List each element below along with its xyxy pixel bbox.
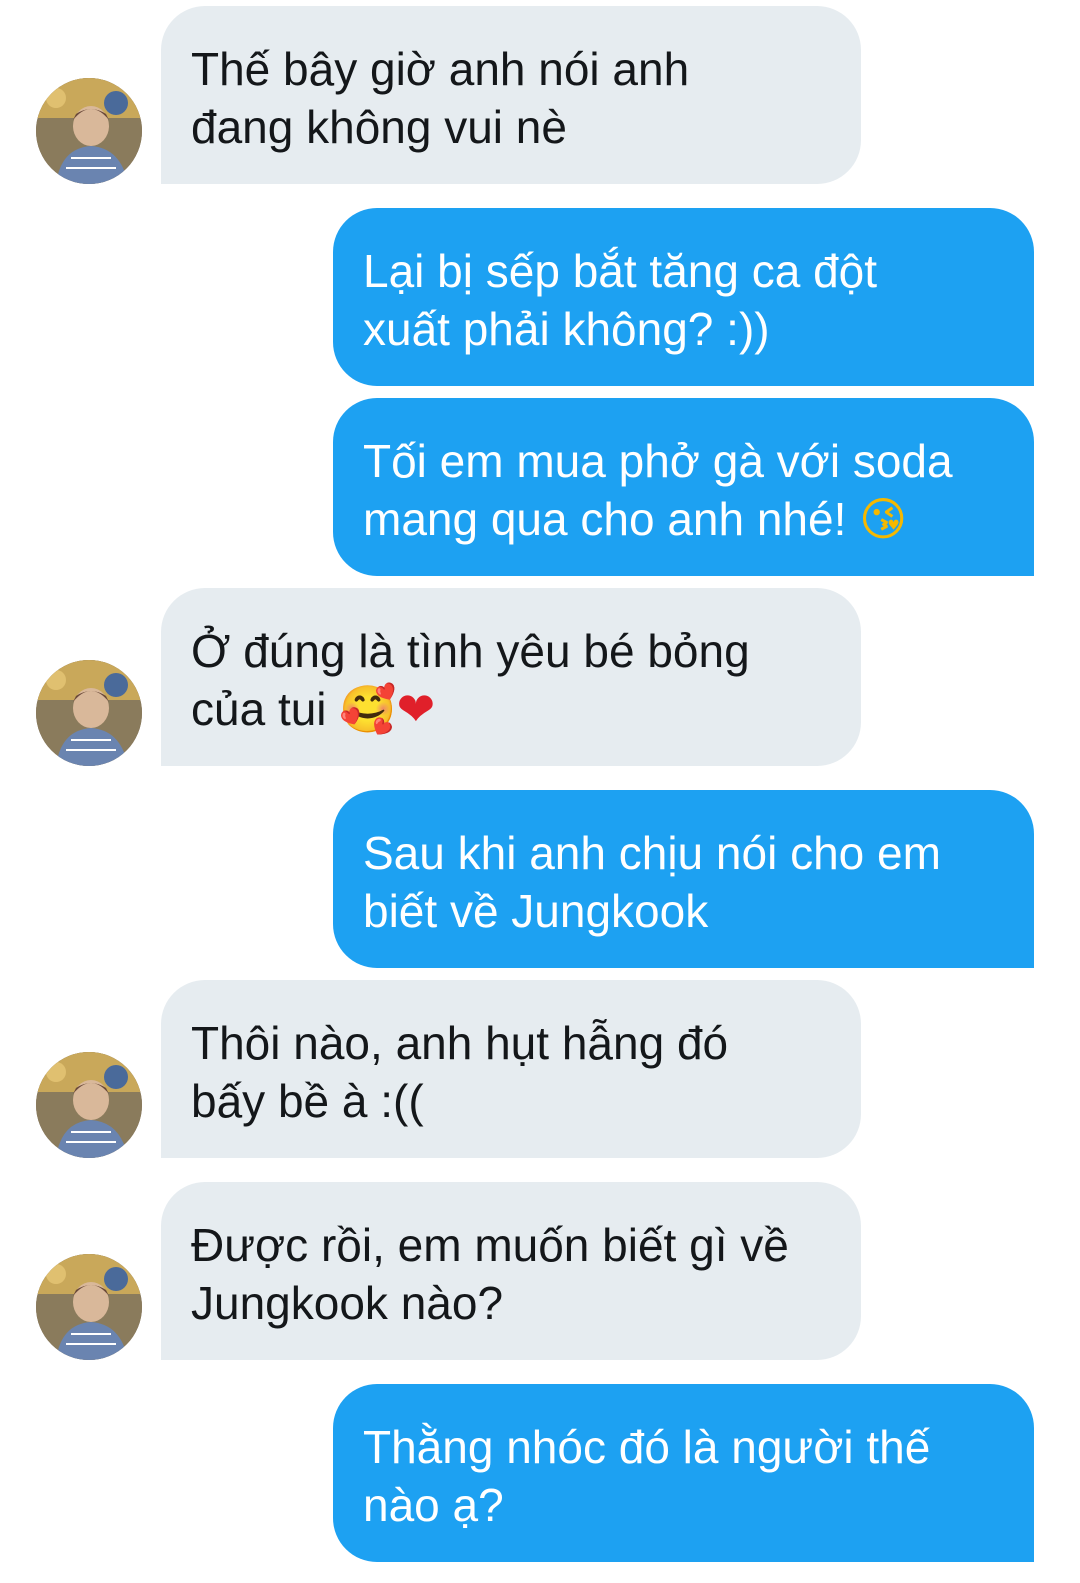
message-text-line: Thằng nhóc đó là người thế bbox=[363, 1421, 931, 1473]
outgoing-message[interactable]: Thằng nhóc đó là người thế nào ạ? bbox=[333, 1384, 1034, 1562]
message-text-line: Tối em mua phở gà với soda bbox=[363, 435, 953, 487]
conversation-thread: Thế bây giờ anh nói anh đang không vui n… bbox=[0, 0, 1080, 1583]
outgoing-message[interactable]: Sau khi anh chịu nói cho em biết về Jung… bbox=[333, 790, 1034, 968]
message-text-line: của tui 🥰❤ bbox=[191, 682, 436, 736]
message-text-line: bấy bề à :(( bbox=[191, 1075, 424, 1127]
incoming-message[interactable]: Thôi nào, anh hụt hẫng đó bấy bề à :(( bbox=[161, 980, 861, 1158]
smiling-face-with-hearts-icon: 🥰 bbox=[339, 682, 397, 736]
avatar-photo bbox=[36, 1052, 142, 1158]
incoming-message[interactable]: Ở đúng là tình yêu bé bỏng của tui 🥰❤ bbox=[161, 588, 861, 766]
contact-avatar[interactable] bbox=[36, 1254, 142, 1360]
incoming-message[interactable]: Được rồi, em muốn biết gì về Jungkook nà… bbox=[161, 1182, 861, 1360]
avatar-photo bbox=[36, 1254, 142, 1360]
message-text-line: Thôi nào, anh hụt hẫng đó bbox=[191, 1017, 729, 1069]
message-text-line: Được rồi, em muốn biết gì về bbox=[191, 1219, 789, 1271]
message-text-line: Lại bị sếp bắt tăng ca đột bbox=[363, 245, 878, 297]
contact-avatar[interactable] bbox=[36, 1052, 142, 1158]
message-text-line: Jungkook nào? bbox=[191, 1277, 504, 1329]
message-text-line: nào ạ? bbox=[363, 1479, 504, 1531]
face-blowing-kiss-icon: 😘 bbox=[859, 492, 908, 546]
message-text-line: Thế bây giờ anh nói anh bbox=[191, 43, 690, 95]
outgoing-message[interactable]: Tối em mua phở gà với soda mang qua cho … bbox=[333, 398, 1034, 576]
message-text-line: đang không vui nè bbox=[191, 101, 567, 153]
message-text-line: Sau khi anh chịu nói cho em bbox=[363, 827, 941, 879]
avatar-photo bbox=[36, 660, 142, 766]
outgoing-message[interactable]: Lại bị sếp bắt tăng ca đột xuất phải khô… bbox=[333, 208, 1034, 386]
incoming-message[interactable]: Thế bây giờ anh nói anh đang không vui n… bbox=[161, 6, 861, 184]
message-text-line: Ở đúng là tình yêu bé bỏng bbox=[191, 625, 750, 677]
message-text-line: xuất phải không? :)) bbox=[363, 303, 770, 355]
message-text-line: biết về Jungkook bbox=[363, 885, 709, 937]
contact-avatar[interactable] bbox=[36, 660, 142, 766]
message-text-line: mang qua cho anh nhé! 😘 bbox=[363, 492, 908, 546]
avatar-photo bbox=[36, 78, 142, 184]
red-heart-icon: ❤ bbox=[396, 682, 436, 736]
contact-avatar[interactable] bbox=[36, 78, 142, 184]
